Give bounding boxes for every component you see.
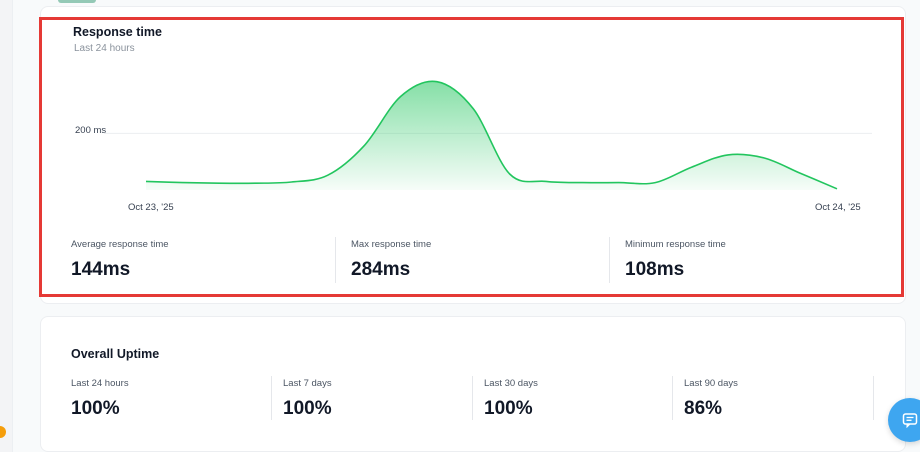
uptime-90d-value: 86% — [684, 398, 723, 419]
max-response-label: Max response time — [351, 239, 432, 250]
overall-uptime-card — [40, 316, 906, 452]
stat-divider — [873, 376, 874, 420]
response-time-title: Response time — [73, 25, 162, 39]
min-response-label: Minimum response time — [625, 239, 726, 250]
x-tick-label-end: Oct 24, '25 — [815, 202, 861, 213]
x-tick-label-start: Oct 23, '25 — [128, 202, 174, 213]
response-time-subtitle: Last 24 hours — [74, 43, 135, 54]
uptime-30d-label: Last 30 days — [484, 378, 538, 389]
stat-divider — [472, 376, 473, 420]
left-sidebar-edge — [0, 0, 13, 452]
stat-divider — [609, 237, 610, 283]
uptime-90d-label: Last 90 days — [684, 378, 738, 389]
uptime-7d-value: 100% — [283, 398, 332, 419]
uptime-7d-label: Last 7 days — [283, 378, 332, 389]
chat-icon — [902, 413, 918, 428]
uptime-30d-value: 100% — [484, 398, 533, 419]
uptime-24h-value: 100% — [71, 398, 120, 419]
stat-divider — [271, 376, 272, 420]
average-response-value: 144ms — [71, 259, 131, 280]
response-time-chart — [104, 80, 872, 190]
active-tab-indicator — [58, 0, 96, 3]
overall-uptime-title: Overall Uptime — [71, 347, 160, 361]
average-response-label: Average response time — [71, 239, 169, 250]
stat-divider — [335, 237, 336, 283]
min-response-value: 108ms — [625, 259, 685, 280]
max-response-value: 284ms — [351, 259, 411, 280]
response-time-area — [146, 81, 837, 190]
uptime-24h-label: Last 24 hours — [71, 378, 129, 389]
stat-divider — [672, 376, 673, 420]
